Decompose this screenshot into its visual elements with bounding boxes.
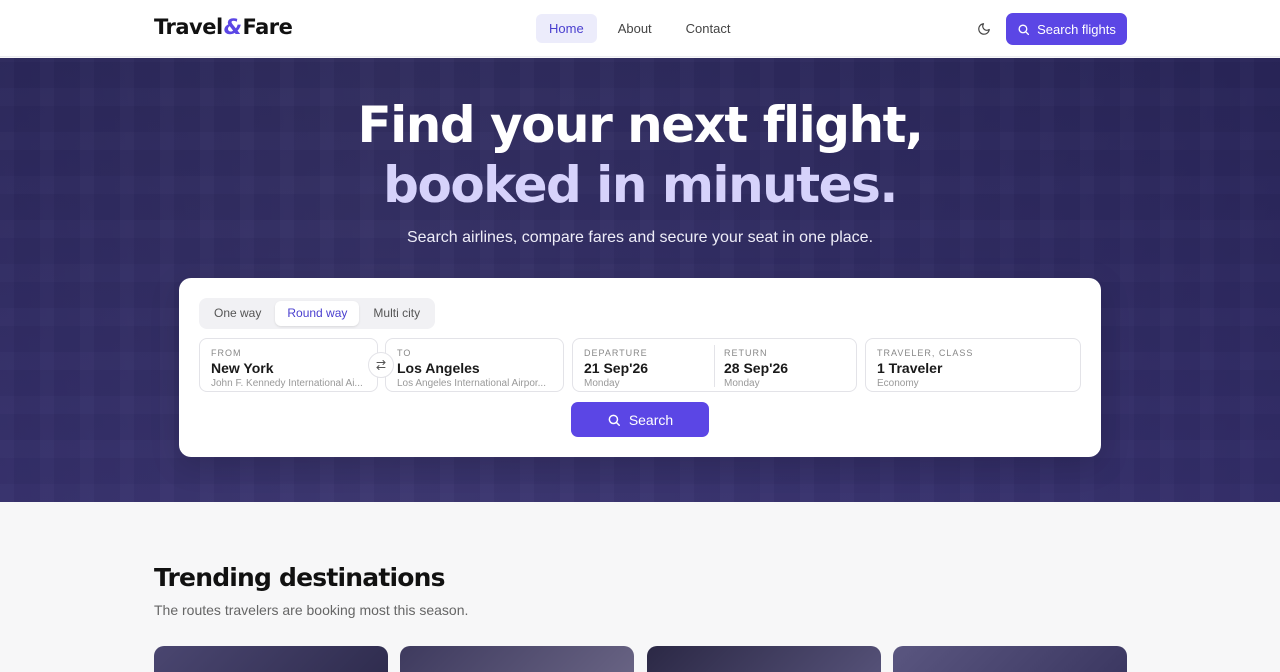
hero-title-line1: Find your next flight,: [357, 96, 924, 154]
nav-links: Home About Contact: [536, 14, 743, 43]
logo-ampersand: &: [223, 15, 242, 39]
traveler-class-field[interactable]: TRAVELER, CLASS 1 Traveler Economy: [865, 338, 1081, 392]
hero-title-line2: booked in minutes.: [383, 156, 898, 214]
theme-toggle-button[interactable]: [974, 19, 994, 39]
travel-class: Economy: [877, 378, 919, 389]
logo-text-fare: Fare: [242, 15, 293, 39]
traveler-count: 1 Traveler: [877, 360, 943, 376]
trending-subtitle: The routes travelers are booking most th…: [154, 602, 469, 618]
destination-card[interactable]: [893, 646, 1127, 672]
return-label: RETURN: [724, 348, 768, 358]
search-button[interactable]: Search: [571, 402, 709, 437]
traveler-label: TRAVELER, CLASS: [877, 348, 974, 358]
search-flights-button[interactable]: Search flights: [1006, 13, 1127, 45]
destination-card[interactable]: [647, 646, 881, 672]
departure-label: DEPARTURE: [584, 348, 648, 358]
from-airport: John F. Kennedy International Ai...: [211, 378, 363, 389]
hero-subtitle: Search airlines, compare fares and secur…: [406, 229, 874, 246]
from-field[interactable]: FROM New York John F. Kennedy Internatio…: [199, 338, 378, 392]
nav-link-home[interactable]: Home: [536, 14, 597, 43]
moon-icon: [978, 23, 990, 35]
tab-round-way[interactable]: Round way: [275, 301, 360, 326]
flight-search-card: One way Round way Multi city FROM New Yo…: [179, 278, 1101, 457]
to-label: TO: [397, 348, 412, 358]
logo[interactable]: Travel&Fare: [154, 15, 293, 39]
swap-icon: [376, 360, 386, 370]
to-airport: Los Angeles International Airpor...: [397, 378, 546, 389]
return-date: 28 Sep'26: [724, 360, 789, 376]
from-city: New York: [211, 360, 274, 376]
departure-day: Monday: [584, 378, 620, 389]
logo-text-travel: Travel: [154, 15, 223, 39]
to-city: Los Angeles: [397, 360, 480, 376]
swap-locations-button[interactable]: [368, 352, 394, 378]
return-day: Monday: [724, 378, 760, 389]
tab-multi-city[interactable]: Multi city: [361, 301, 432, 326]
trip-type-tabs: One way Round way Multi city: [199, 298, 436, 329]
search-flights-label: Search flights: [1037, 21, 1116, 37]
destination-card[interactable]: [400, 646, 634, 672]
tab-one-way[interactable]: One way: [202, 301, 273, 326]
search-icon: [1018, 23, 1030, 35]
departure-date: 21 Sep'26: [584, 360, 649, 376]
trending-title: Trending destinations: [154, 563, 446, 592]
destination-card[interactable]: [154, 646, 388, 672]
dates-divider: [714, 345, 715, 387]
top-navbar: Travel&Fare Home About Contact Search fl…: [0, 0, 1280, 57]
to-field[interactable]: TO Los Angeles Los Angeles International…: [385, 338, 564, 392]
nav-link-contact[interactable]: Contact: [673, 14, 744, 43]
search-button-label: Search: [628, 411, 674, 428]
dates-field[interactable]: DEPARTURE 21 Sep'26 Monday RETURN 28 Sep…: [572, 338, 857, 392]
search-icon: [608, 414, 620, 426]
nav-link-about[interactable]: About: [605, 14, 665, 43]
from-label: FROM: [211, 348, 242, 358]
